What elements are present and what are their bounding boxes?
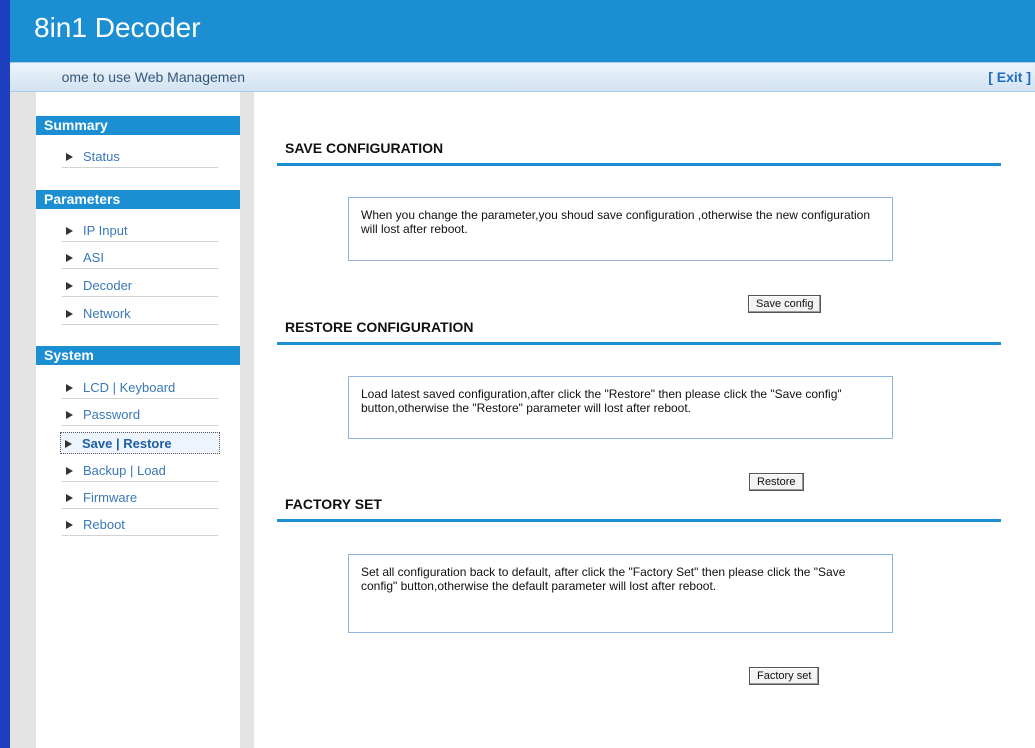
window-left-edge	[0, 0, 10, 748]
arrow-right-icon	[66, 384, 73, 392]
arrow-right-icon	[65, 440, 72, 448]
sidebar-item-asi[interactable]: ASI	[62, 247, 218, 269]
restore-button[interactable]: Restore	[749, 473, 804, 491]
main-content: SAVE CONFIGURATION When you change the p…	[254, 92, 1035, 748]
exit-link[interactable]: [ Exit ]	[988, 69, 1031, 85]
sidebar-item-label: IP Input	[83, 223, 128, 238]
restore-config-divider	[277, 342, 1001, 345]
save-config-divider	[277, 163, 1001, 166]
app-title: 8in1 Decoder	[34, 12, 201, 43]
save-config-info-box: When you change the parameter,you shoud …	[348, 197, 893, 261]
sidebar-item-status[interactable]: Status	[62, 146, 218, 168]
arrow-right-icon	[66, 254, 73, 262]
welcome-bar: ome to use Web Managemen [ Exit ]	[10, 62, 1035, 92]
save-config-title: SAVE CONFIGURATION	[285, 140, 444, 156]
sidebar-item-ip-input[interactable]: IP Input	[62, 220, 218, 242]
sidebar-item-password[interactable]: Password	[62, 404, 218, 426]
arrow-right-icon	[66, 310, 73, 318]
arrow-right-icon	[66, 467, 73, 475]
sidebar-item-label: Firmware	[83, 490, 138, 505]
sidebar-section-system: System	[36, 346, 240, 365]
sidebar-item-firmware[interactable]: Firmware	[62, 487, 218, 509]
factory-set-divider	[277, 519, 1001, 522]
restore-config-info-box: Load latest saved configuration,after cl…	[348, 376, 893, 439]
app-window: 8in1 Decoder ome to use Web Managemen [ …	[0, 0, 1035, 748]
factory-set-info-box: Set all configuration back to default, a…	[348, 554, 893, 633]
save-config-button[interactable]: Save config	[748, 295, 822, 313]
sidebar-item-reboot[interactable]: Reboot	[62, 514, 218, 536]
welcome-marquee: ome to use Web Managemen	[10, 69, 245, 85]
sidebar-section-summary: Summary	[36, 116, 240, 135]
sidebar-item-label: Backup | Load	[83, 463, 166, 478]
sidebar-item-label: Decoder	[83, 278, 133, 293]
sidebar-item-network[interactable]: Network	[62, 303, 218, 325]
welcome-text: ome to use Web Managemen	[61, 69, 245, 85]
factory-set-button[interactable]: Factory set	[749, 667, 820, 685]
arrow-right-icon	[66, 521, 73, 529]
arrow-right-icon	[66, 153, 73, 161]
sidebar-item-lcd-keyboard[interactable]: LCD | Keyboard	[62, 377, 218, 399]
sidebar-item-backup-load[interactable]: Backup | Load	[62, 460, 218, 482]
sidebar-item-save-restore[interactable]: Save | Restore	[60, 432, 220, 454]
sidebar-item-label: Status	[83, 149, 120, 164]
arrow-right-icon	[66, 282, 73, 290]
sidebar-item-label: LCD | Keyboard	[83, 380, 176, 395]
sidebar: Summary Status Parameters IP Input ASI D…	[10, 92, 254, 748]
arrow-right-icon	[66, 494, 73, 502]
factory-set-title: FACTORY SET	[285, 496, 382, 512]
sidebar-item-decoder[interactable]: Decoder	[62, 275, 218, 297]
header-banner: 8in1 Decoder	[10, 0, 1035, 62]
arrow-right-icon	[66, 227, 73, 235]
sidebar-item-label: Save | Restore	[82, 436, 172, 451]
sidebar-item-label: Reboot	[83, 517, 125, 532]
sidebar-section-parameters: Parameters	[36, 190, 240, 209]
sidebar-panel: Summary Status Parameters IP Input ASI D…	[36, 92, 240, 748]
sidebar-item-label: Password	[83, 407, 141, 422]
sidebar-item-label: Network	[83, 306, 131, 321]
restore-config-title: RESTORE CONFIGURATION	[285, 319, 474, 335]
arrow-right-icon	[66, 411, 73, 419]
sidebar-item-label: ASI	[83, 250, 104, 265]
